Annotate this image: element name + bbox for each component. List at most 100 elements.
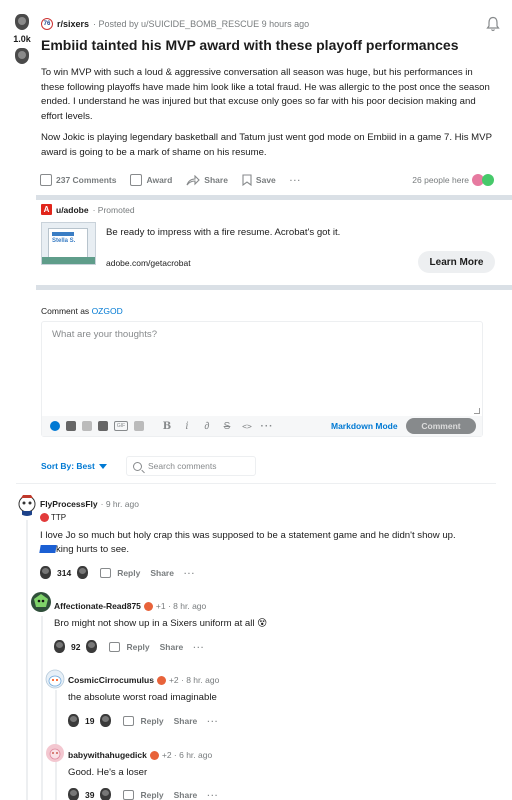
vote-column: 1.0k <box>8 14 36 64</box>
comment-author[interactable]: FlyProcessFly <box>40 499 98 509</box>
promo-text[interactable]: Be ready to impress with a fire resume. … <box>106 227 340 238</box>
more-options-button[interactable]: ··· <box>290 175 302 185</box>
adobe-logo-icon[interactable]: A <box>41 204 52 215</box>
reply-icon[interactable] <box>109 641 121 652</box>
italic-icon[interactable]: i <box>180 421 194 432</box>
comment-author[interactable]: CosmicCirrocumulus <box>68 675 154 685</box>
flair-text: TTP <box>51 513 67 522</box>
comment-timestamp[interactable]: · 9 hr. ago <box>101 499 139 509</box>
subreddit-link[interactable]: r/sixers <box>57 19 89 29</box>
downvote-icon[interactable] <box>15 48 29 64</box>
thread-line[interactable] <box>26 520 28 800</box>
comment-author-row: babywithahugedick +2 · 6 hr. ago <box>68 750 212 760</box>
thread-line[interactable] <box>41 616 43 800</box>
downvote-icon[interactable] <box>100 788 112 800</box>
avatar[interactable] <box>30 591 52 613</box>
share-button[interactable]: Share <box>186 174 228 186</box>
bold-icon[interactable]: B <box>160 421 174 432</box>
reply-button[interactable]: Reply <box>140 716 163 726</box>
save-label: Save <box>255 175 276 185</box>
downvote-icon[interactable] <box>77 566 89 579</box>
markdown-mode-button[interactable]: Markdown Mode <box>331 421 398 431</box>
save-button[interactable]: Save <box>242 174 276 186</box>
comment-line-wrap: king hurts to see. <box>39 543 500 557</box>
search-icon <box>133 461 142 471</box>
comment-editor[interactable]: What are your thoughts? GIF B i ∂ S <> ·… <box>41 321 483 437</box>
award-button[interactable]: Award <box>130 174 172 186</box>
award-flair-icon <box>156 675 166 685</box>
comment-score: 314 <box>57 567 72 578</box>
share-button[interactable]: Share <box>174 716 198 726</box>
sixers-flair-icon <box>40 513 49 522</box>
emoji-icon[interactable] <box>50 421 60 431</box>
more-options-button[interactable]: ··· <box>207 790 219 800</box>
reply-icon[interactable] <box>123 715 135 726</box>
link-icon[interactable]: ∂ <box>200 421 214 432</box>
comment-submit-button[interactable]: Comment <box>406 418 476 434</box>
comment-timestamp[interactable]: +2 · 6 hr. ago <box>162 750 212 760</box>
reply-button[interactable]: Reply <box>140 790 163 800</box>
user-flair: TTP <box>40 513 66 522</box>
sticker-icon[interactable] <box>82 421 92 431</box>
sort-dropdown[interactable]: Sort By: Best <box>41 461 107 471</box>
comment-input[interactable]: What are your thoughts? <box>52 329 157 340</box>
award-flair-icon <box>149 750 159 760</box>
share-button[interactable]: Share <box>174 790 198 800</box>
comment-author[interactable]: Affectionate-Read875 <box>54 601 141 611</box>
promo-link[interactable]: adobe.com/getacrobat <box>106 258 191 268</box>
comment-score: 39 <box>85 789 95 800</box>
learn-more-button[interactable]: Learn More <box>418 251 495 273</box>
reply-icon[interactable] <box>100 567 112 578</box>
comment-timestamp[interactable]: +2 · 8 hr. ago <box>169 675 219 685</box>
promo-thumbnail[interactable]: Stella S. <box>41 222 96 265</box>
people-here-label: 26 people here <box>412 175 469 185</box>
comment-score: 92 <box>71 641 81 652</box>
comment-as-label: Comment as <box>41 306 90 316</box>
upvote-icon[interactable] <box>54 640 65 653</box>
comment-author-row: CosmicCirrocumulus +2 · 8 hr. ago <box>68 675 219 685</box>
reply-icon[interactable] <box>123 789 135 800</box>
code-icon[interactable]: <> <box>240 422 254 431</box>
bell-icon[interactable] <box>486 16 500 32</box>
comment-as-user[interactable]: OZGOD <box>92 306 123 316</box>
redaction-mark <box>39 545 57 554</box>
share-icon <box>186 174 201 185</box>
image-icon[interactable] <box>134 421 144 431</box>
downvote-icon[interactable] <box>100 714 112 727</box>
more-options-button[interactable]: ··· <box>184 568 196 578</box>
post-title[interactable]: Embiid tainted his MVP award with these … <box>41 36 491 54</box>
gif-icon[interactable]: GIF <box>114 421 128 431</box>
comment-author-row: Affectionate-Read875 +1 · 8 hr. ago <box>54 601 206 611</box>
comment-actions: 92 Reply Share ··· <box>54 640 205 653</box>
share-button[interactable]: Share <box>160 642 184 652</box>
section-divider <box>36 195 512 200</box>
comments-count: 237 Comments <box>56 175 117 185</box>
upvote-icon[interactable] <box>40 566 51 579</box>
avatar[interactable] <box>45 743 65 763</box>
upvote-icon[interactable] <box>68 788 79 800</box>
avatar[interactable] <box>45 669 65 689</box>
share-button[interactable]: Share <box>150 568 174 578</box>
search-comments-input[interactable]: Search comments <box>126 456 256 476</box>
subreddit-icon[interactable]: 76 <box>41 18 53 30</box>
comments-button[interactable]: 237 Comments <box>40 174 116 186</box>
comment-author[interactable]: babywithahugedick <box>68 750 147 760</box>
award-label: Award <box>146 175 173 185</box>
post-paragraph: Now Jokic is playing legendary basketbal… <box>41 132 492 158</box>
comment-timestamp[interactable]: +1 · 8 hr. ago <box>156 601 206 611</box>
reply-button[interactable]: Reply <box>126 642 149 652</box>
more-options-button[interactable]: ··· <box>207 716 219 726</box>
more-formatting-icon[interactable]: ··· <box>260 421 274 432</box>
resize-handle[interactable] <box>474 408 480 414</box>
promo-user[interactable]: u/adobe <box>56 205 89 215</box>
avatar[interactable] <box>16 494 38 516</box>
reply-button[interactable]: Reply <box>117 568 140 578</box>
more-options-button[interactable]: ··· <box>193 642 205 652</box>
upvote-icon[interactable] <box>15 14 29 30</box>
strikethrough-icon[interactable]: S <box>220 421 234 432</box>
downvote-icon[interactable] <box>86 640 98 653</box>
upvote-icon[interactable] <box>68 714 79 727</box>
sticker-icon[interactable] <box>66 421 76 431</box>
sticker-icon[interactable] <box>98 421 108 431</box>
comment-body: Good. He's a loser <box>68 767 148 778</box>
